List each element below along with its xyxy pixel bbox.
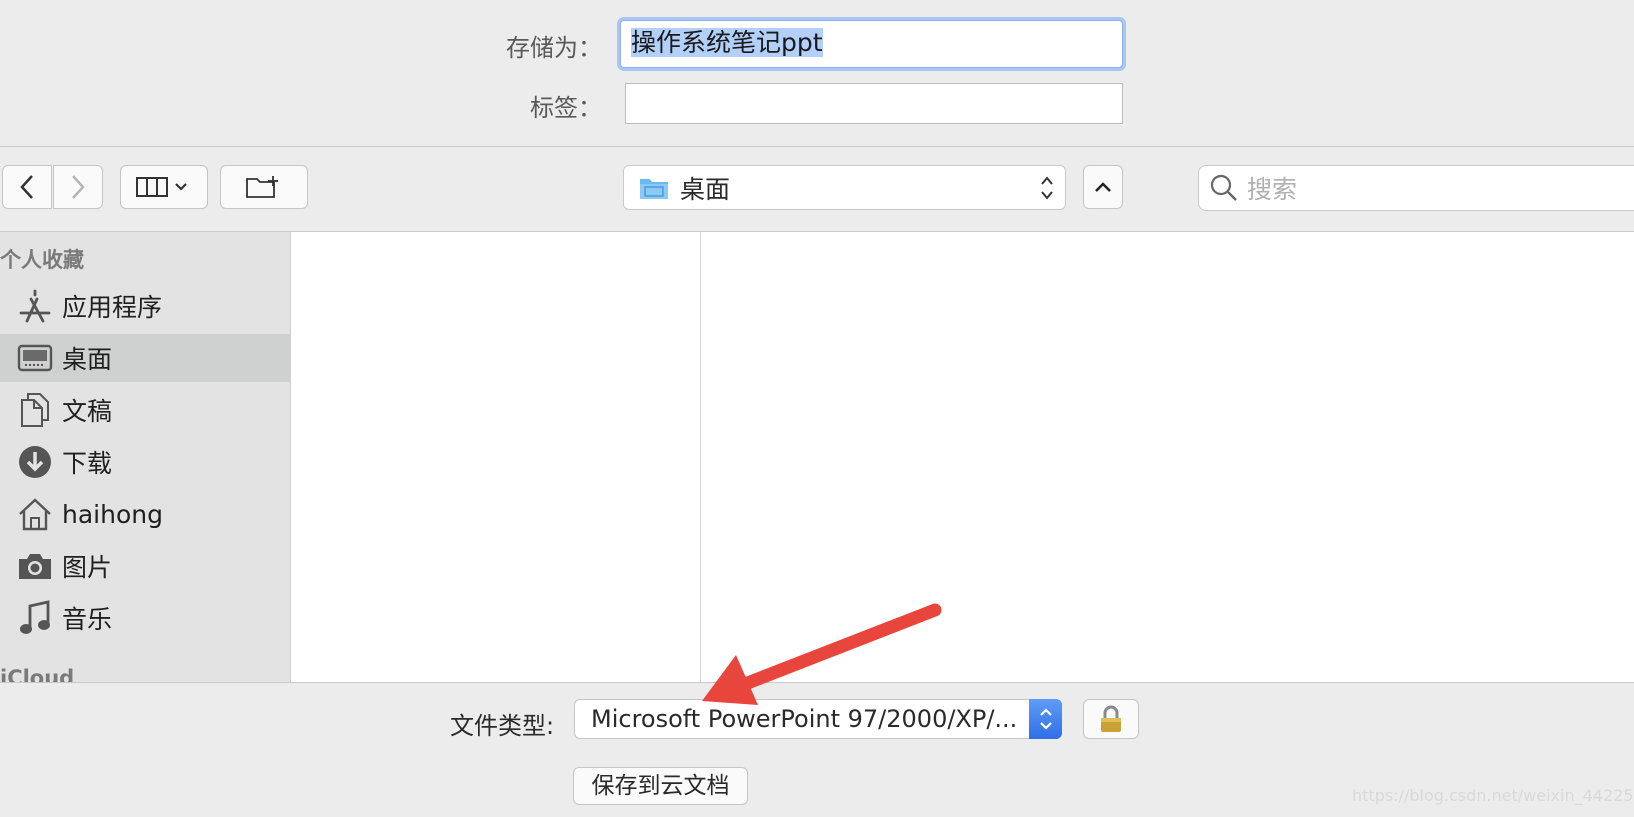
annotation-arrow	[702, 603, 942, 705]
watermark-text: https://blog.csdn.net/weixin_44225182	[1352, 786, 1634, 805]
